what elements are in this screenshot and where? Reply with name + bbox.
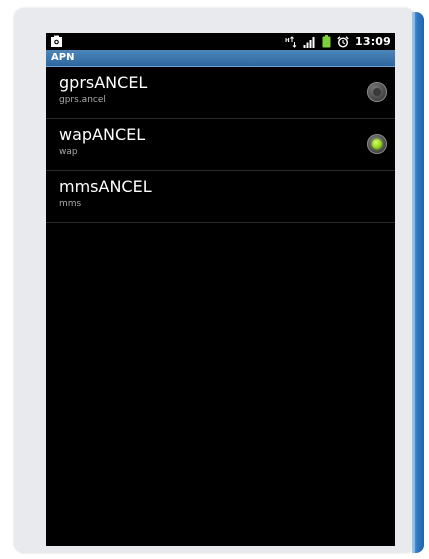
svg-text:H: H xyxy=(285,38,290,44)
apn-name: wapANCEL xyxy=(59,125,146,144)
status-icons: H 13:09 xyxy=(285,33,391,50)
apn-name: mmsANCEL xyxy=(59,177,152,196)
status-time: 13:09 xyxy=(354,35,391,48)
apn-value: mms xyxy=(59,199,82,209)
signal-icon xyxy=(303,36,315,48)
device-edge-accent xyxy=(412,12,424,553)
data-transfer-icon: H xyxy=(285,35,297,48)
apn-item-gprsancel[interactable]: gprsANCEL gprs.ancel xyxy=(46,67,395,119)
apn-radio-button[interactable] xyxy=(367,82,387,102)
radio-dot xyxy=(372,139,382,149)
apn-item-mmsancel[interactable]: mmsANCEL mms xyxy=(46,171,395,223)
apn-name: gprsANCEL xyxy=(59,73,148,92)
status-bar: H 13:09 xyxy=(46,33,395,50)
apn-value: wap xyxy=(59,147,78,157)
apn-radio-button-selected[interactable] xyxy=(367,134,387,154)
apn-item-wapancel[interactable]: wapANCEL wap xyxy=(46,119,395,171)
apn-value: gprs.ancel xyxy=(59,95,106,105)
apn-list: gprsANCEL gprs.ancel wapANCEL wap mmsANC… xyxy=(46,67,395,223)
page-title: APN xyxy=(51,52,75,63)
title-bar: APN xyxy=(46,50,395,67)
alarm-icon xyxy=(337,35,349,48)
battery-icon xyxy=(322,35,331,48)
phone-screen: H 13:09 APN gprsANCEL gprs.ancel wapANCE… xyxy=(46,33,395,546)
screenshot-app-icon xyxy=(51,35,62,47)
radio-dot xyxy=(373,88,381,96)
